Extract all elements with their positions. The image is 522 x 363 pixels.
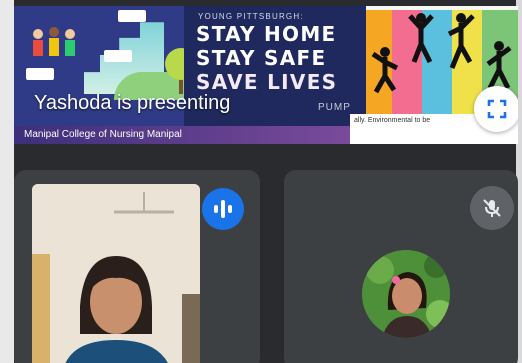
step-note: [104, 50, 132, 62]
mic-off-icon: [483, 199, 501, 217]
jumping-figure-illustration: [408, 13, 434, 64]
step-note: [26, 68, 54, 80]
speaking-indicator: [202, 188, 244, 230]
presenter-label: Yashoda is presenting: [34, 92, 231, 114]
avatar-photo: [362, 250, 450, 338]
slide-headline-line-2: STAY SAFE: [196, 46, 327, 70]
pump-logo: PUMP: [318, 102, 351, 113]
window-edge-left: [0, 0, 14, 363]
slide-kicker: YOUNG PITTSBURGH:: [198, 12, 304, 21]
step-note: [118, 10, 146, 22]
fullscreen-button[interactable]: [474, 86, 518, 132]
jumping-figure-illustration: [371, 47, 399, 94]
slide-headline-line-3: SAVE LIVES: [196, 70, 338, 94]
camera-feed: [32, 184, 200, 363]
people-illustration: [33, 27, 75, 56]
slide-footer-text: Manipal College of Nursing Manipal: [24, 129, 182, 140]
slide-headline-line-1: STAY HOME: [196, 22, 337, 46]
meeting-window: YOUNG PITTSBURGH: STAY HOME STAY SAFE SA…: [0, 0, 522, 363]
presentation-tile[interactable]: YOUNG PITTSBURGH: STAY HOME STAY SAFE SA…: [14, 6, 518, 144]
jumping-figure-illustration: [486, 41, 512, 90]
fullscreen-icon: [487, 99, 507, 119]
jumping-figure-illustration: [447, 13, 475, 69]
participant-avatar: [362, 250, 450, 338]
participant-video: [32, 184, 200, 363]
audio-level-icon: [214, 200, 232, 218]
muted-indicator: [470, 186, 514, 230]
